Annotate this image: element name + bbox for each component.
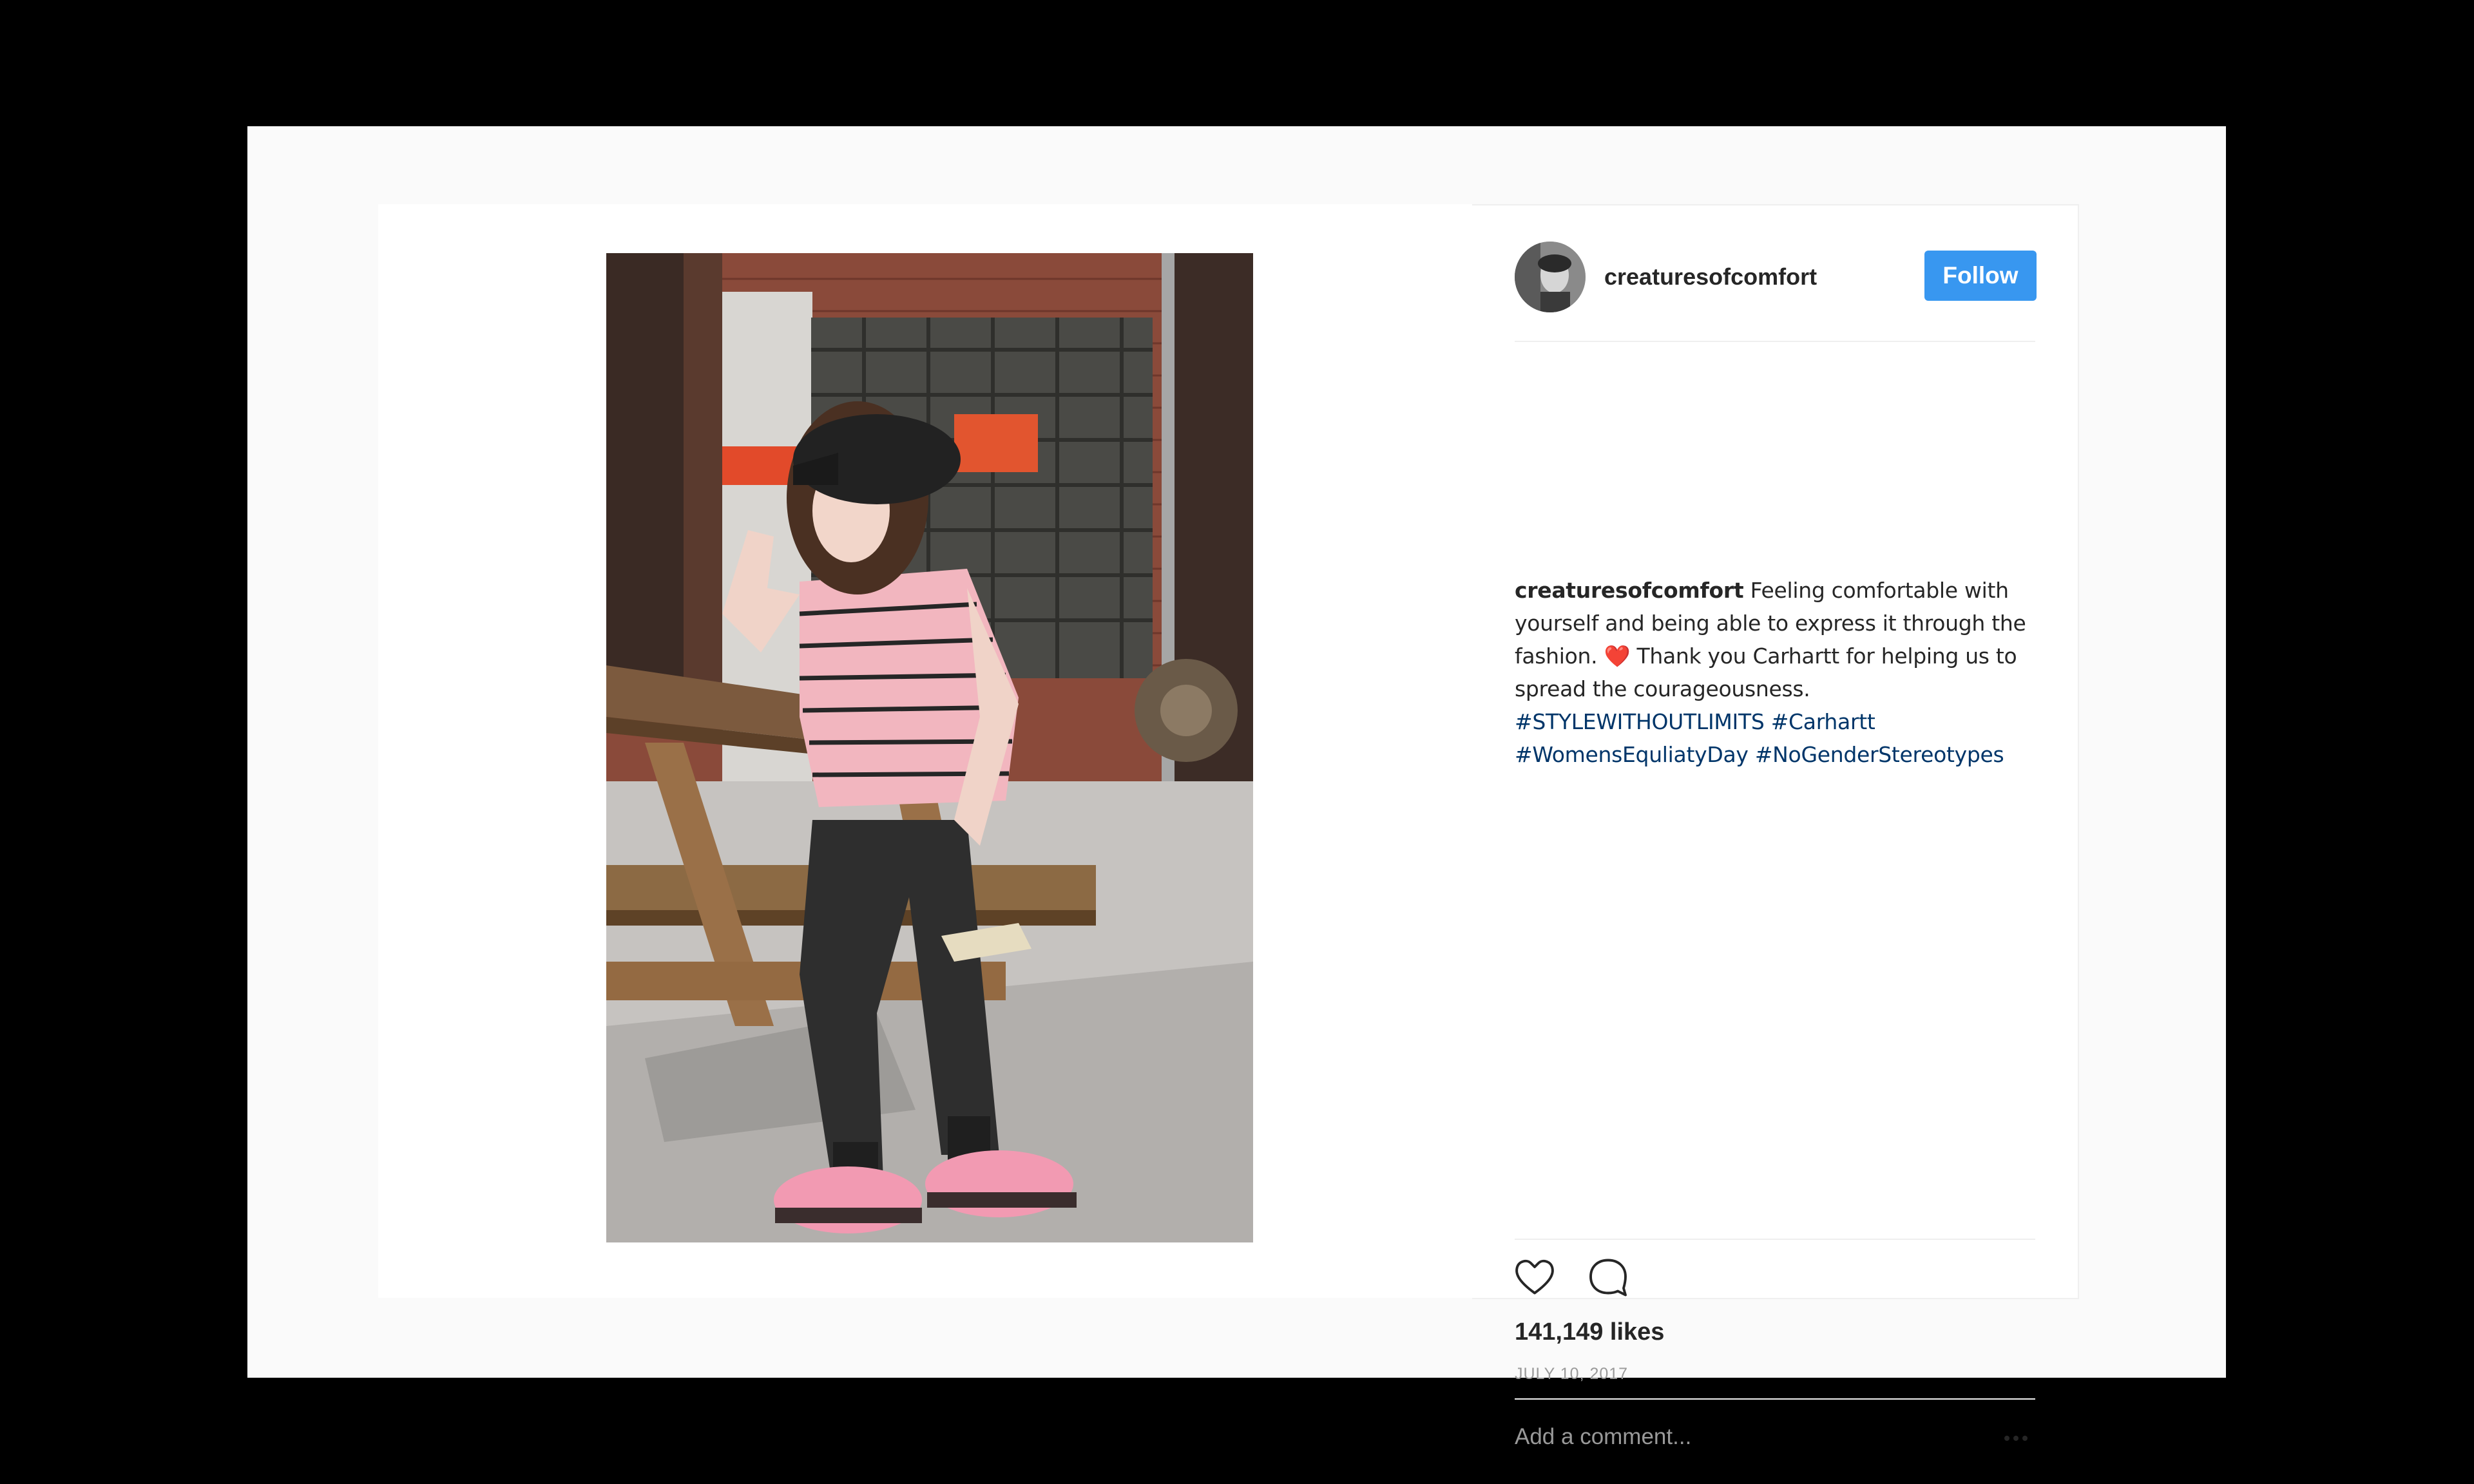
heart-emoji: ❤️ [1604,643,1631,669]
hashtag-link[interactable]: #NoGenderStereotypes [1755,742,2004,767]
hashtag-link[interactable]: #WomensEquliatyDay [1515,742,1749,767]
comment-input[interactable] [1515,1418,1966,1456]
actions-divider [1515,1239,2035,1240]
page-frame: creaturesofcomfort Follow creaturesofcom… [247,126,2226,1456]
more-options-icon [2004,1436,2009,1441]
follow-button[interactable]: Follow [1924,251,2037,301]
more-options-icon [2013,1436,2019,1441]
avatar[interactable] [1515,242,1586,312]
post-photo[interactable] [606,253,1253,1242]
more-options-icon [2022,1436,2028,1441]
post-caption: creaturesofcomfort Feeling comfortable w… [1515,574,2038,771]
post-actions [1515,1253,2035,1304]
avatar-image [1515,242,1586,312]
heart-icon [1515,1259,1554,1295]
hashtag-link[interactable]: #Carhartt [1771,709,1875,734]
comment-bar [1515,1398,2035,1468]
hashtag-link[interactable]: #STYLEWITHOUTLIMITS [1515,709,1765,734]
more-options-button[interactable] [1997,1419,2035,1458]
like-button[interactable] [1511,1253,1558,1300]
likes-count[interactable]: 141,149 likes [1515,1318,1664,1346]
post-modal: creaturesofcomfort Follow creaturesofcom… [378,204,2079,1456]
post-username[interactable]: creaturesofcomfort [1604,263,1817,290]
post-date: JULY 10, 2017 [1515,1365,1629,1383]
post-sidebar: creaturesofcomfort Follow creaturesofcom… [1472,204,2079,1456]
comment-button[interactable] [1584,1253,1632,1300]
comment-icon [1589,1259,1627,1297]
post-header: creaturesofcomfort Follow [1515,242,2037,342]
photo-area [378,204,1472,1298]
caption-username[interactable]: creaturesofcomfort [1515,578,1744,603]
